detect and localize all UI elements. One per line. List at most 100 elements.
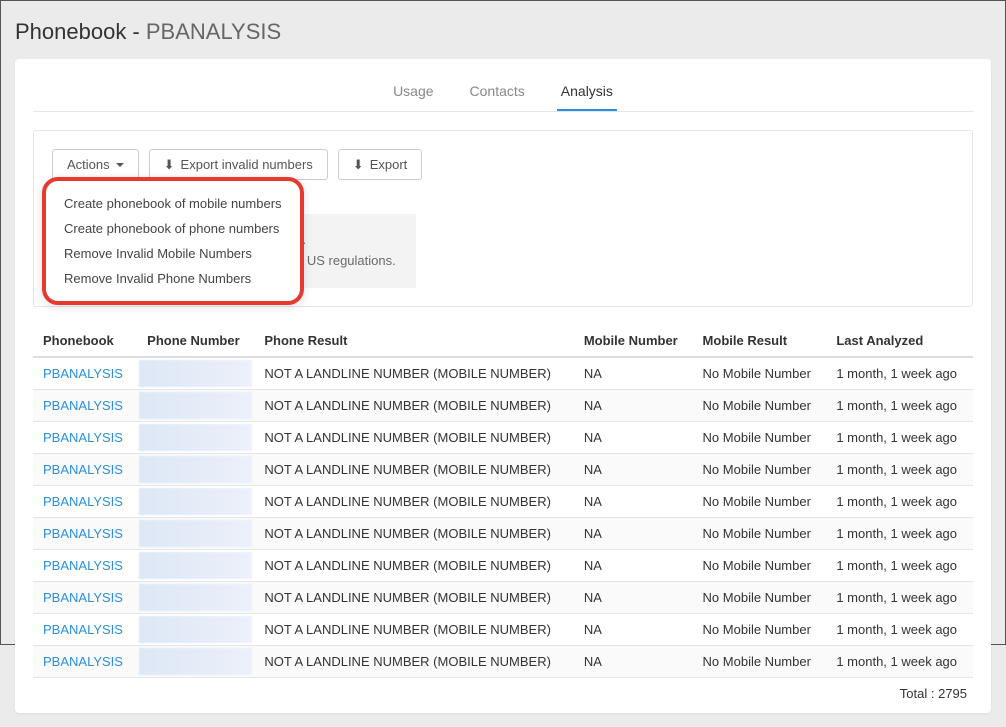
cell-phone-result: NOT A LANDLINE NUMBER (MOBILE NUMBER): [254, 645, 573, 677]
cell-phonebook[interactable]: PBANALYSIS: [33, 485, 137, 517]
cell-last-analyzed: 1 month, 1 week ago: [826, 357, 973, 390]
table-row: PBANALYSIS NOT A LANDLINE NUMBER (MOBILE …: [33, 549, 973, 581]
cell-last-analyzed: 1 month, 1 week ago: [826, 453, 973, 485]
page-title-prefix: Phonebook -: [15, 19, 146, 44]
download-icon: ⬇: [164, 158, 175, 171]
th-phone-number: Phone Number: [137, 325, 254, 357]
cell-mobile-number: NA: [574, 581, 693, 613]
cell-phonebook[interactable]: PBANALYSIS: [33, 357, 137, 390]
cell-last-analyzed: 1 month, 1 week ago: [826, 613, 973, 645]
cell-phone-number: [137, 485, 254, 517]
caret-down-icon: [116, 163, 124, 167]
cell-last-analyzed: 1 month, 1 week ago: [826, 421, 973, 453]
action-remove-invalid-mobile[interactable]: Remove Invalid Mobile Numbers: [60, 241, 286, 266]
cell-phone-number: [137, 517, 254, 549]
table-row: PBANALYSIS NOT A LANDLINE NUMBER (MOBILE …: [33, 485, 973, 517]
cell-phonebook[interactable]: PBANALYSIS: [33, 453, 137, 485]
export-invalid-label: Export invalid numbers: [181, 157, 313, 172]
analysis-table: Phonebook Phone Number Phone Result Mobi…: [33, 325, 973, 678]
table-row: PBANALYSIS NOT A LANDLINE NUMBER (MOBILE …: [33, 517, 973, 549]
cell-last-analyzed: 1 month, 1 week ago: [826, 517, 973, 549]
th-mobile-number: Mobile Number: [574, 325, 693, 357]
cell-mobile-result: No Mobile Number: [693, 453, 827, 485]
cell-phone-result: NOT A LANDLINE NUMBER (MOBILE NUMBER): [254, 389, 573, 421]
th-phone-result: Phone Result: [254, 325, 573, 357]
download-icon: ⬇: [353, 158, 364, 171]
cell-phone-result: NOT A LANDLINE NUMBER (MOBILE NUMBER): [254, 549, 573, 581]
main-panel: Usage Contacts Analysis Actions ⬇ Export…: [15, 59, 991, 713]
th-last-analyzed: Last Analyzed: [826, 325, 973, 357]
cell-mobile-result: No Mobile Number: [693, 613, 827, 645]
cell-phone-number: [137, 453, 254, 485]
tabs: Usage Contacts Analysis: [33, 77, 973, 112]
cell-phone-result: NOT A LANDLINE NUMBER (MOBILE NUMBER): [254, 453, 573, 485]
total-value: 2795: [938, 686, 967, 701]
action-create-phone-phonebook[interactable]: Create phonebook of phone numbers: [60, 216, 286, 241]
total-row: Total : 2795: [33, 678, 973, 701]
cell-mobile-result: No Mobile Number: [693, 485, 827, 517]
page-title: Phonebook - PBANALYSIS: [15, 1, 991, 59]
action-remove-invalid-phone[interactable]: Remove Invalid Phone Numbers: [60, 266, 286, 291]
th-mobile-result: Mobile Result: [693, 325, 827, 357]
cell-last-analyzed: 1 month, 1 week ago: [826, 581, 973, 613]
table-row: PBANALYSIS NOT A LANDLINE NUMBER (MOBILE …: [33, 645, 973, 677]
cell-phone-number: [137, 613, 254, 645]
cell-phonebook[interactable]: PBANALYSIS: [33, 645, 137, 677]
cell-last-analyzed: 1 month, 1 week ago: [826, 645, 973, 677]
cell-mobile-number: NA: [574, 549, 693, 581]
export-invalid-button[interactable]: ⬇ Export invalid numbers: [149, 149, 328, 180]
th-phonebook: Phonebook: [33, 325, 137, 357]
cell-mobile-number: NA: [574, 421, 693, 453]
cell-mobile-number: NA: [574, 645, 693, 677]
cell-phone-number: [137, 645, 254, 677]
cell-last-analyzed: 1 month, 1 week ago: [826, 549, 973, 581]
table-row: PBANALYSIS NOT A LANDLINE NUMBER (MOBILE …: [33, 357, 973, 390]
cell-phonebook[interactable]: PBANALYSIS: [33, 549, 137, 581]
actions-dropdown: Create phonebook of mobile numbers Creat…: [42, 177, 304, 305]
cell-mobile-number: NA: [574, 357, 693, 390]
cell-phone-result: NOT A LANDLINE NUMBER (MOBILE NUMBER): [254, 485, 573, 517]
cell-mobile-result: No Mobile Number: [693, 389, 827, 421]
export-button[interactable]: ⬇ Export: [338, 149, 422, 180]
table-header-row: Phonebook Phone Number Phone Result Mobi…: [33, 325, 973, 357]
tab-analysis[interactable]: Analysis: [557, 77, 617, 111]
table-row: PBANALYSIS NOT A LANDLINE NUMBER (MOBILE …: [33, 421, 973, 453]
cell-phone-number: [137, 357, 254, 390]
cell-phonebook[interactable]: PBANALYSIS: [33, 613, 137, 645]
cell-phone-result: NOT A LANDLINE NUMBER (MOBILE NUMBER): [254, 517, 573, 549]
cell-phonebook[interactable]: PBANALYSIS: [33, 581, 137, 613]
cell-phone-number: [137, 581, 254, 613]
cell-mobile-number: NA: [574, 453, 693, 485]
cell-mobile-result: No Mobile Number: [693, 645, 827, 677]
table-row: PBANALYSIS NOT A LANDLINE NUMBER (MOBILE …: [33, 453, 973, 485]
tab-usage[interactable]: Usage: [389, 77, 437, 111]
tab-contacts[interactable]: Contacts: [466, 77, 529, 111]
table-row: PBANALYSIS NOT A LANDLINE NUMBER (MOBILE …: [33, 389, 973, 421]
cell-mobile-result: No Mobile Number: [693, 357, 827, 390]
cell-mobile-result: No Mobile Number: [693, 549, 827, 581]
export-label: Export: [370, 157, 408, 172]
cell-phonebook[interactable]: PBANALYSIS: [33, 421, 137, 453]
cell-mobile-number: NA: [574, 613, 693, 645]
actions-button[interactable]: Actions: [52, 149, 139, 180]
page-title-name: PBANALYSIS: [146, 19, 281, 44]
cell-mobile-result: No Mobile Number: [693, 581, 827, 613]
cell-mobile-result: No Mobile Number: [693, 517, 827, 549]
cell-mobile-number: NA: [574, 517, 693, 549]
cell-mobile-number: NA: [574, 485, 693, 517]
cell-last-analyzed: 1 month, 1 week ago: [826, 485, 973, 517]
cell-phone-result: NOT A LANDLINE NUMBER (MOBILE NUMBER): [254, 421, 573, 453]
cell-mobile-result: No Mobile Number: [693, 421, 827, 453]
cell-phone-result: NOT A LANDLINE NUMBER (MOBILE NUMBER): [254, 357, 573, 390]
cell-phone-result: NOT A LANDLINE NUMBER (MOBILE NUMBER): [254, 581, 573, 613]
total-label: Total :: [900, 686, 938, 701]
cell-phone-number: [137, 389, 254, 421]
cell-phone-number: [137, 421, 254, 453]
action-create-mobile-phonebook[interactable]: Create phonebook of mobile numbers: [60, 191, 286, 216]
cell-phonebook[interactable]: PBANALYSIS: [33, 389, 137, 421]
cell-mobile-number: NA: [574, 389, 693, 421]
cell-last-analyzed: 1 month, 1 week ago: [826, 389, 973, 421]
toolbar-area: Actions ⬇ Export invalid numbers ⬇ Expor…: [33, 130, 973, 307]
button-row: Actions ⬇ Export invalid numbers ⬇ Expor…: [52, 149, 954, 180]
cell-phonebook[interactable]: PBANALYSIS: [33, 517, 137, 549]
